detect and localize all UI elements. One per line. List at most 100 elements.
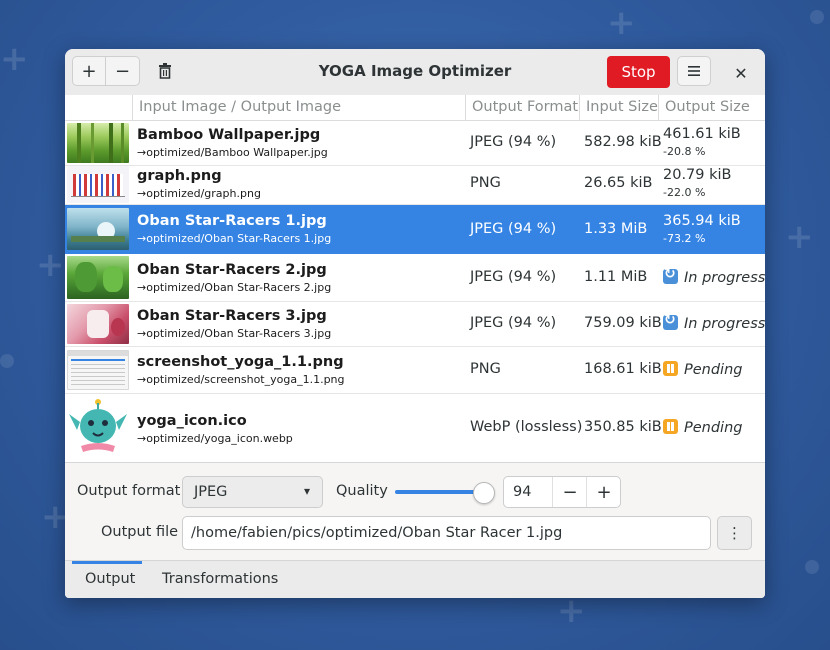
in-progress-icon <box>663 312 678 330</box>
status-cell: Pending <box>663 361 742 378</box>
quality-decrease-button[interactable]: − <box>552 477 587 507</box>
output-format-value: JPEG <box>194 484 228 500</box>
input-file-name: Bamboo Wallpaper.jpg <box>137 127 321 143</box>
output-file-field[interactable]: /home/fabien/pics/optimized/Oban Star Ra… <box>182 516 711 550</box>
image-row[interactable]: Oban Star-Racers 3.jpg →optimized/Oban S… <box>65 302 765 347</box>
quality-increase-button[interactable]: + <box>586 477 621 507</box>
output-file-path: →optimized/Oban Star-Racers 3.jpg <box>137 327 332 340</box>
output-file-path: →optimized/screenshot_yoga_1.1.png <box>137 373 345 386</box>
output-format-cell: PNG <box>470 361 501 377</box>
output-file-label: Output file <box>101 524 179 540</box>
image-row-selected[interactable]: Oban Star-Racers 1.jpg →optimized/Oban S… <box>65 205 765 254</box>
input-size-cell: 759.09 kiB <box>584 315 662 331</box>
column-header-row: Input Image / Output Image Output Format… <box>65 95 765 121</box>
output-file-path: →optimized/yoga_icon.webp <box>137 432 293 445</box>
status-text: Pending <box>684 420 743 436</box>
image-thumbnail <box>67 166 129 203</box>
active-tab-indicator <box>72 561 142 564</box>
status-cell: In progress <box>663 266 765 286</box>
size-reduction-cell: -20.8 % <box>663 145 706 158</box>
output-format-dropdown[interactable]: JPEG ▾ <box>182 476 323 508</box>
size-reduction-cell: -22.0 % <box>663 186 706 199</box>
background-plus-decoration: + <box>0 39 29 79</box>
output-file-path: →optimized/Oban Star-Racers 2.jpg <box>137 281 332 294</box>
output-file-options-button[interactable]: ⋮ <box>717 516 752 550</box>
in-progress-icon <box>663 266 678 284</box>
background-plus-decoration: + <box>607 3 636 43</box>
input-size-cell: 1.33 MiB <box>584 221 648 237</box>
input-size-cell: 168.61 kiB <box>584 361 662 377</box>
image-row[interactable]: graph.png →optimized/graph.png PNG 26.65… <box>65 166 765 205</box>
input-size-cell: 1.11 MiB <box>584 269 648 285</box>
input-file-name: graph.png <box>137 168 222 184</box>
image-thumbnail <box>67 256 129 299</box>
quality-value[interactable]: 94 <box>513 484 531 500</box>
output-format-cell: JPEG (94 %) <box>470 315 557 331</box>
yoga-mascot-icon <box>69 399 127 452</box>
image-thumbnail <box>67 208 129 250</box>
quality-slider-track[interactable] <box>395 490 483 494</box>
output-size-cell: 365.94 kiB <box>663 213 741 229</box>
column-separator <box>658 95 659 120</box>
vertical-ellipsis-icon: ⋮ <box>727 524 742 542</box>
input-file-name: Oban Star-Racers 1.jpg <box>137 213 327 229</box>
output-format-label: Output format <box>77 483 181 499</box>
quality-slider-handle[interactable] <box>473 482 495 504</box>
background-dot-decoration <box>810 10 824 24</box>
status-cell: Pending <box>663 419 742 436</box>
tab-transformations[interactable]: Transformations <box>162 571 278 587</box>
plus-icon: + <box>596 481 612 503</box>
hamburger-menu-icon <box>688 66 700 76</box>
size-reduction-cell: -73.2 % <box>663 232 706 245</box>
output-file-path: →optimized/Oban Star-Racers 1.jpg <box>137 232 332 245</box>
output-file-value: /home/fabien/pics/optimized/Oban Star Ra… <box>191 525 563 541</box>
quality-spinbutton[interactable]: 94 − + <box>503 476 621 508</box>
chevron-down-icon: ▾ <box>303 484 310 498</box>
output-size-cell: 461.61 kiB <box>663 126 741 142</box>
output-format-cell: JPEG (94 %) <box>470 269 557 285</box>
column-separator <box>579 95 580 120</box>
output-format-cell: JPEG (94 %) <box>470 221 557 237</box>
output-format-cell: PNG <box>470 175 501 191</box>
tab-output[interactable]: Output <box>85 571 135 587</box>
background-plus-decoration: + <box>557 591 586 631</box>
pending-icon <box>663 361 678 376</box>
input-size-cell: 582.98 kiB <box>584 134 662 150</box>
status-text: In progress <box>684 316 765 332</box>
stop-button[interactable]: Stop <box>607 56 670 88</box>
app-window: + − YOGA Image Optimizer Stop ✕ Input Im… <box>65 49 765 598</box>
output-size-cell: 20.79 kiB <box>663 167 732 183</box>
image-row[interactable]: Bamboo Wallpaper.jpg →optimized/Bamboo W… <box>65 121 765 166</box>
minus-icon: − <box>562 481 578 503</box>
column-header-input-size[interactable]: Input Size <box>586 99 658 115</box>
main-menu-button[interactable] <box>677 56 711 86</box>
image-thumbnail <box>67 304 129 344</box>
image-thumbnail <box>67 123 129 163</box>
background-dot-decoration <box>805 560 819 574</box>
tab-bar: Output Transformations <box>65 560 765 598</box>
input-size-cell: 350.85 kiB <box>584 419 662 435</box>
column-separator <box>132 95 133 120</box>
input-file-name: Oban Star-Racers 3.jpg <box>137 308 327 324</box>
column-header-image[interactable]: Input Image / Output Image <box>139 99 341 115</box>
output-file-path: →optimized/graph.png <box>137 187 261 200</box>
column-header-output-size[interactable]: Output Size <box>665 99 750 115</box>
background-dot-decoration <box>0 354 14 368</box>
close-button[interactable]: ✕ <box>729 62 753 84</box>
status-cell: In progress <box>663 312 765 332</box>
output-file-path: →optimized/Bamboo Wallpaper.jpg <box>137 146 328 159</box>
input-file-name: Oban Star-Racers 2.jpg <box>137 262 327 278</box>
image-row[interactable]: yoga_icon.ico →optimized/yoga_icon.webp … <box>65 394 765 461</box>
image-row[interactable]: Oban Star-Racers 2.jpg →optimized/Oban S… <box>65 254 765 302</box>
output-format-cell: WebP (lossless) <box>470 419 583 435</box>
output-settings-panel: Output format JPEG ▾ Quality 94 − + Outp… <box>65 462 765 561</box>
image-row[interactable]: screenshot_yoga_1.1.png →optimized/scree… <box>65 347 765 394</box>
output-format-cell: JPEG (94 %) <box>470 134 557 150</box>
header-bar: + − YOGA Image Optimizer Stop ✕ <box>65 49 765 96</box>
close-icon: ✕ <box>734 63 748 83</box>
status-text: In progress <box>684 270 765 286</box>
column-header-format[interactable]: Output Format <box>472 99 578 115</box>
input-size-cell: 26.65 kiB <box>584 175 653 191</box>
pending-icon <box>663 419 678 434</box>
quality-label: Quality <box>336 483 388 499</box>
